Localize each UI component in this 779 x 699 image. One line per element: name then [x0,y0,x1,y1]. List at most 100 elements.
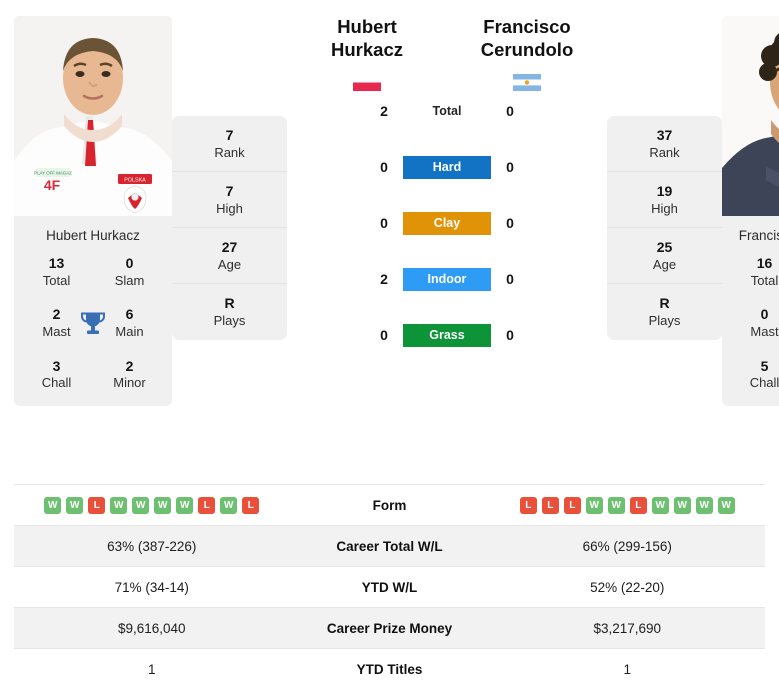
right-form-strip: LLLWWLWWWW [490,496,766,514]
form-badge-win: W [132,496,150,514]
head-to-head-list: 2 Total 0 0 Hard 0 0 Clay 0 2 Indoor 0 0… [287,97,607,349]
right-player-column: Francisco Cerundolo 16 Total 0 Slam 0 Ma… [722,16,779,407]
form-badge-loss: L [563,496,581,514]
right-stat-high: 19 High [607,172,722,228]
left-first-name: Hubert [337,16,397,37]
svg-text:4F: 4F [44,177,61,193]
right-ytd-wl: 52% (22-20) [590,579,665,595]
right-career-total-wl: 66% (299-156) [582,538,672,554]
label: Rank [649,144,680,160]
right-player-name-block: Francisco Cerundolo [447,16,607,92]
form-badge-loss: L [88,496,106,514]
right-player-portrait-icon [722,16,779,216]
poland-flag-icon [353,74,381,92]
left-stat-card: 7 Rank 7 High 27 Age R Plays [172,116,287,340]
right-stat-age: 25 Age [607,228,722,284]
label: Chall [41,375,72,391]
value: R [224,295,235,312]
row-label-career-total-wl: Career Total W/L [336,538,443,554]
left-titles-card: Hubert Hurkacz 13 Total 0 Slam 2 Mast 6 … [14,216,172,407]
h2h-left-value: 2 [380,103,388,120]
left-ytd-wl: 71% (34-14) [114,579,189,595]
h2h-surface-badge-grass[interactable]: Grass [403,323,491,347]
label: Plays [213,313,246,329]
left-stat-high: 7 High [172,172,287,228]
form-badge-win: W [154,496,172,514]
h2h-surface-label: Total [432,104,462,119]
left-title-minor: 2 Minor [93,358,166,392]
form-badge-loss: L [198,496,216,514]
left-title-slam: 0 Slam [93,255,166,289]
label: Plays [648,313,681,329]
value: 27 [221,238,238,255]
h2h-surface-badge-clay[interactable]: Clay [403,211,491,235]
value: R [659,295,670,312]
h2h-right-value: 0 [506,327,514,344]
left-stat-age: 27 Age [172,228,287,284]
comparison-header: PLAY OFF MAGAZ 4F POLSKA Hubert Hurkacz … [0,0,779,472]
left-form-strip: WWLWWWWLWL [14,496,290,514]
comparison-table: WWLWWWWLWL Form LLLWWLWWWW 63% (387-226)… [14,484,765,689]
right-player-name-label: Francisco Cerundolo [738,228,779,243]
left-flag-wrap [287,74,447,92]
value: 3 [52,357,61,374]
value: 7 [225,126,234,143]
value: 16 [756,255,773,271]
h2h-row-total: 2 Total 0 [287,97,607,125]
left-career-prize-money: $9,616,040 [117,620,186,636]
player-comparison-page: PLAY OFF MAGAZ 4F POLSKA Hubert Hurkacz … [0,0,779,699]
left-player-column: PLAY OFF MAGAZ 4F POLSKA Hubert Hurkacz … [14,16,172,407]
left-career-total-wl: 63% (387-226) [107,538,197,554]
h2h-surface-badge-hard[interactable]: Hard [403,155,491,179]
value: 19 [656,182,673,199]
form-badge-win: W [176,496,194,514]
left-stat-column: 7 Rank 7 High 27 Age R Plays [172,116,287,340]
table-row-career-prize-money: $9,616,040 Career Prize Money $3,217,690 [14,607,765,648]
label: Chall [749,375,779,391]
right-stat-card: 37 Rank 19 High 25 Age R Plays [607,116,722,340]
table-row-ytd-wl: 71% (34-14) YTD W/L 52% (22-20) [14,566,765,607]
value: 2 [125,357,134,374]
right-stat-plays: R Plays [607,284,722,340]
form-badge-win: W [44,496,62,514]
form-badge-win: W [607,496,625,514]
label: Total [750,272,779,288]
h2h-surface-badge-indoor[interactable]: Indoor [403,267,491,291]
label: Mast [750,323,779,339]
row-label-career-prize-money: Career Prize Money [326,620,453,636]
h2h-left-value: 0 [380,215,388,232]
left-last-name: Hurkacz [331,38,403,60]
value: 37 [656,126,673,143]
h2h-left-value: 2 [380,271,388,288]
right-titles-card: Francisco Cerundolo 16 Total 0 Slam 0 Ma… [722,216,779,407]
left-ytd-titles: 1 [147,661,156,677]
right-first-name: Francisco [483,16,571,37]
form-badge-win: W [66,496,84,514]
table-row-career-total-wl: 63% (387-226) Career Total W/L 66% (299-… [14,525,765,566]
right-title-mast: 0 Mast [728,306,779,340]
left-titles-grid: 13 Total 0 Slam 2 Mast 6 Main 3 Chall 2 … [20,255,166,392]
left-title-chall: 3 Chall [20,358,93,392]
player-names-row: Hubert Hurkacz Francisco Cerundolo [287,16,607,92]
value: 5 [760,357,769,374]
form-badge-win: W [110,496,128,514]
argentina-flag-icon [513,74,541,92]
h2h-row-grass: 0 Grass 0 [287,321,607,349]
h2h-right-value: 0 [506,159,514,176]
label: High [216,200,243,216]
label: Age [652,256,677,272]
table-row-form: WWLWWWWLWL Form LLLWWLWWWW [14,484,765,525]
form-badge-win: W [651,496,669,514]
svg-text:PLAY OFF MAGAZ: PLAY OFF MAGAZ [34,171,72,176]
label: Rank [214,144,245,160]
right-career-prize-money: $3,217,690 [593,620,662,636]
form-badge-win: W [717,496,735,514]
value: 0 [125,255,134,271]
form-badge-loss: L [519,496,537,514]
value: 13 [48,255,65,271]
left-stat-rank: 7 Rank [172,116,287,172]
right-titles-grid: 16 Total 0 Slam 0 Mast 3 Main [728,255,779,392]
form-badge-win: W [585,496,603,514]
right-title-total: 16 Total [728,255,779,289]
left-stat-plays: R Plays [172,284,287,340]
